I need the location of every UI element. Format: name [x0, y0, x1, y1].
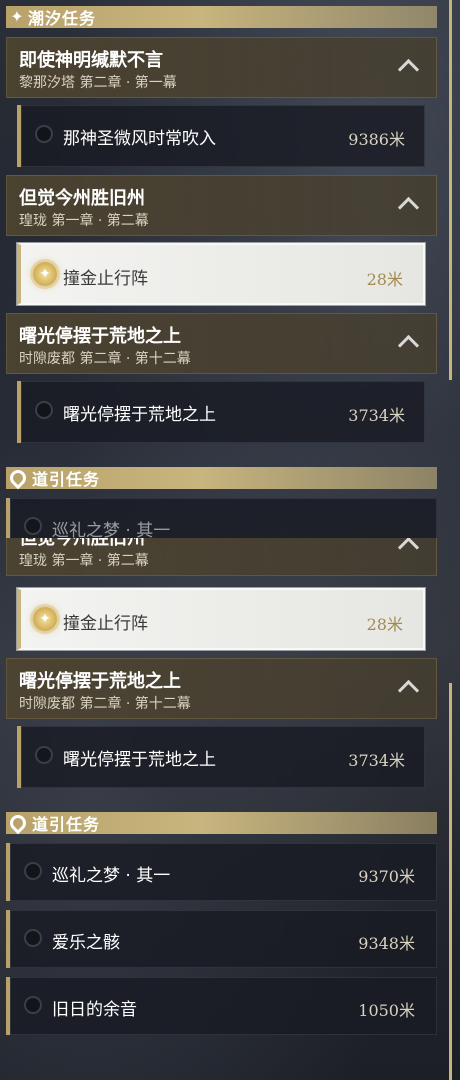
task-distance: 9348米	[358, 934, 415, 953]
mission-group[interactable]: 但觉今州胜旧州 瑝珑 第一章 · 第二幕	[6, 538, 437, 576]
guide-task-item[interactable]: 旧日的余音 1050米	[6, 977, 437, 1035]
task-status-icon	[24, 929, 42, 947]
task-name: 爱乐之骸	[52, 933, 120, 953]
task-status-icon	[24, 862, 42, 880]
mission-group-title: 但觉今州胜旧州	[19, 538, 145, 549]
mission-group-title: 曙光停摆于荒地之上	[19, 326, 181, 347]
sparkle-icon: ✦	[10, 7, 24, 26]
guide-mission-header: 道引任务	[6, 466, 437, 490]
task-item-active[interactable]: ✦ 撞金止行阵 28米	[17, 588, 425, 650]
task-name: 撞金止行阵	[63, 614, 148, 634]
mission-group-title: 即使神明缄默不言	[19, 50, 163, 71]
task-item-active[interactable]: ✦ 撞金止行阵 28米	[17, 243, 425, 305]
guide-task-item-partial[interactable]: 巡礼之梦 · 其一	[6, 498, 437, 538]
mission-group[interactable]: 曙光停摆于荒地之上 时隙废都 第二章 · 第十二幕	[6, 658, 437, 719]
scrollbar[interactable]	[449, 683, 452, 1080]
task-distance: 9386米	[348, 130, 405, 149]
task-name: 撞金止行阵	[63, 269, 148, 289]
mission-group-chapter: 瑝珑 第一章 · 第二幕	[19, 553, 149, 569]
mission-group[interactable]: 即使神明缄默不言 黎那汐塔 第二章 · 第一幕	[6, 37, 437, 98]
task-name: 曙光停摆于荒地之上	[63, 750, 216, 770]
task-item[interactable]: 曙光停摆于荒地之上 3734米	[17, 726, 425, 788]
chevron-up-icon[interactable]	[397, 196, 420, 219]
mission-panel-top: ✦ 潮汐任务 即使神明缄默不言 黎那汐塔 第二章 · 第一幕 那神圣微风时常吹入…	[0, 0, 460, 538]
task-name: 巡礼之梦 · 其一	[52, 521, 171, 538]
task-distance: 1050米	[358, 1001, 415, 1020]
task-distance: 9370米	[358, 867, 415, 886]
compass-icon: ✦	[33, 262, 57, 286]
section-title: 道引任务	[32, 470, 101, 489]
task-name: 那神圣微风时常吹入	[63, 129, 216, 149]
section-title: 道引任务	[32, 815, 101, 834]
task-status-icon	[24, 996, 42, 1014]
task-item[interactable]: 曙光停摆于荒地之上 3734米	[17, 381, 425, 443]
mission-group-chapter: 瑝珑 第一章 · 第二幕	[19, 213, 149, 229]
tide-mission-header: ✦ 潮汐任务	[6, 6, 437, 28]
compass-icon: ✦	[33, 607, 57, 631]
chevron-up-icon[interactable]	[397, 679, 420, 702]
guide-task-item[interactable]: 爱乐之骸 9348米	[6, 910, 437, 968]
task-name: 巡礼之梦 · 其一	[52, 866, 171, 886]
section-title: 潮汐任务	[28, 9, 97, 28]
mission-panel-bottom: 但觉今州胜旧州 瑝珑 第一章 · 第二幕 ✦ 撞金止行阵 28米 曙光停摆于荒地…	[0, 538, 460, 1080]
task-status-icon	[35, 401, 53, 419]
mission-group[interactable]: 但觉今州胜旧州 瑝珑 第一章 · 第二幕	[6, 175, 437, 236]
task-status-icon	[35, 746, 53, 764]
mission-group-chapter: 黎那汐塔 第二章 · 第一幕	[19, 75, 177, 91]
mission-group-title: 曙光停摆于荒地之上	[19, 671, 181, 692]
chevron-up-icon[interactable]	[397, 58, 420, 81]
mission-group[interactable]: 曙光停摆于荒地之上 时隙废都 第二章 · 第十二幕	[6, 313, 437, 374]
chevron-up-icon[interactable]	[397, 334, 420, 357]
task-name: 旧日的余音	[52, 1000, 137, 1020]
map-pin-icon	[6, 811, 30, 835]
mission-group-chapter: 时隙废都 第二章 · 第十二幕	[19, 696, 191, 712]
task-distance: 3734米	[348, 751, 405, 770]
task-name: 曙光停摆于荒地之上	[63, 405, 216, 425]
mission-group-chapter: 时隙废都 第二章 · 第十二幕	[19, 351, 191, 367]
task-distance: 28米	[366, 270, 403, 289]
mission-group-title: 但觉今州胜旧州	[19, 188, 145, 209]
task-status-icon	[35, 125, 53, 143]
task-distance: 28米	[366, 615, 403, 634]
task-distance: 3734米	[348, 406, 405, 425]
chevron-up-icon[interactable]	[397, 538, 420, 559]
guide-task-item[interactable]: 巡礼之梦 · 其一 9370米	[6, 843, 437, 901]
scrollbar[interactable]	[449, 0, 452, 380]
task-item[interactable]: 那神圣微风时常吹入 9386米	[17, 105, 425, 167]
guide-mission-header: 道引任务	[6, 811, 437, 835]
map-pin-icon	[6, 466, 30, 490]
task-status-icon	[24, 517, 42, 535]
